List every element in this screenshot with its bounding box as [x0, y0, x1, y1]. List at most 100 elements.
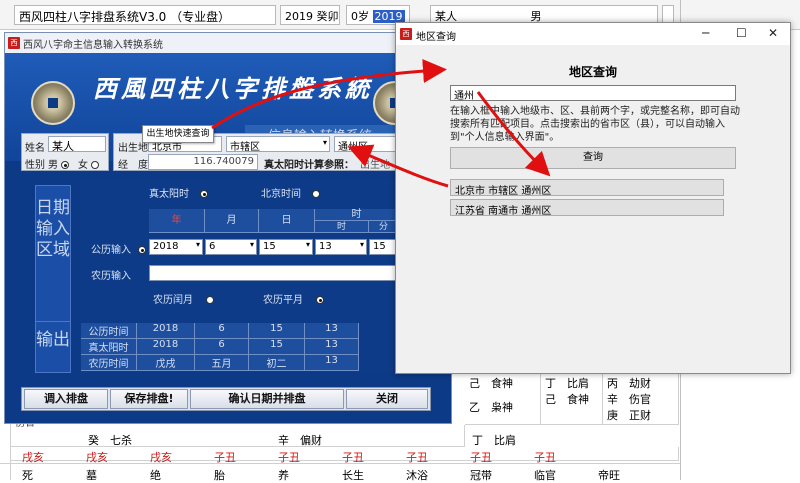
true-solar-radio[interactable]: [200, 190, 209, 198]
stage-cell: 长生: [342, 469, 364, 482]
out-cell: 初二: [249, 355, 305, 371]
stage-cell: 胎: [214, 469, 225, 482]
chevron-down-icon: ▾: [305, 240, 310, 249]
maximize-icon[interactable]: ☐: [736, 26, 747, 40]
year-value: 2018: [153, 241, 179, 252]
bg-cell: [11, 425, 465, 447]
stage-cell: 绝: [150, 469, 161, 482]
out-cell: 13: [305, 323, 359, 339]
normal-month-label: 农历平月: [263, 295, 303, 306]
bg-cell-text: 丁 比肩: [545, 377, 589, 390]
gender-male-label: 男: [48, 160, 58, 171]
divider: [0, 463, 680, 464]
day-select[interactable]: 15 ▾: [259, 239, 313, 255]
close-button[interactable]: 关闭: [346, 389, 428, 409]
age-value: 0岁: [351, 10, 369, 23]
beijing-time-text: 北京时间: [261, 189, 301, 200]
col-day: 日: [259, 209, 315, 233]
out-cell: 6: [195, 339, 249, 355]
normal-month-radio[interactable]: [316, 296, 325, 304]
col-hour: 时: [315, 221, 369, 233]
save-button[interactable]: 保存排盘!: [110, 389, 188, 409]
district-value: 市辖区: [230, 142, 260, 152]
year-select[interactable]: 2018 ▾: [149, 239, 203, 255]
gregorian-input-option[interactable]: 公历输入: [91, 241, 147, 256]
bg-cell-text: 己 食神: [469, 377, 513, 390]
beijing-time-label[interactable]: 北京时间: [261, 185, 321, 200]
gender-female-option[interactable]: 女: [78, 156, 100, 171]
stage-cell: 冠带: [470, 469, 492, 482]
region-dialog-title: 地区查询: [416, 32, 456, 43]
banner-title: 西風四柱八字排盤系統: [93, 74, 373, 103]
out-cell: 15: [249, 339, 305, 355]
out-cell: 15: [249, 323, 305, 339]
bg-cell: 己 食神 乙 枭神: [465, 373, 541, 425]
info-window-title: 西风八字命主信息输入转换系统: [23, 40, 163, 51]
longitude-value: 116.740079: [148, 154, 258, 170]
birthplace-tooltip[interactable]: 出生地快速查询: [142, 125, 214, 143]
chevron-down-icon: ▾: [359, 240, 364, 249]
info-window-titlebar: 西 西风八字命主信息输入转换系统: [5, 33, 451, 53]
name-label: 姓名: [25, 143, 45, 154]
district-select[interactable]: 市辖区 ▾: [226, 136, 330, 152]
gender-male-option[interactable]: 男: [48, 156, 70, 171]
out-row-label: 农历时间: [81, 355, 137, 371]
result-item[interactable]: 北京市 市辖区 通州区: [450, 179, 724, 197]
leap-month-option[interactable]: 农历闰月: [153, 291, 215, 306]
true-solar-text: 真太阳时: [149, 189, 189, 200]
bg-cell: 丁 比肩 己 食神: [541, 373, 603, 425]
stage-cell: 死: [22, 469, 33, 482]
month-select[interactable]: 6 ▾: [205, 239, 257, 255]
out-cell: 五月: [195, 355, 249, 371]
main-title: 西风四柱八字排盘系统V3.0 （专业盘）: [14, 5, 276, 25]
result-item[interactable]: 江苏省 南通市 通州区: [450, 199, 724, 217]
gender-female-label: 女: [78, 160, 88, 171]
region-instructions: 在输入框中输入地级市、区、县前两个字，或完整名称，即可自动搜索所有匹配项目。点击…: [450, 106, 740, 143]
out-cell: 戊戌: [137, 355, 195, 371]
out-cell: 13: [305, 355, 359, 371]
bg-cell-text: 丙 劫财: [607, 377, 651, 390]
output-table: 公历时间 2018 6 15 13 真太阳时 2018 6 15 13 农历时间…: [79, 323, 403, 373]
action-bar: 调入排盘 保存排盘! 确认日期并排盘 关闭: [21, 387, 431, 411]
normal-month-option[interactable]: 农历平月: [263, 291, 325, 306]
coin-icon: [31, 81, 75, 125]
out-cell: 6: [195, 323, 249, 339]
gender-female-radio[interactable]: [91, 161, 100, 169]
longitude-label: 经 度: [118, 160, 148, 171]
app-logo-icon: 西: [400, 28, 412, 40]
col-month: 月: [205, 209, 259, 233]
close-icon[interactable]: ✕: [768, 26, 778, 40]
info-input-window: 西 西风八字命主信息输入转换系统 西風四柱八字排盤系統 信息输入转换系统 姓名 …: [4, 32, 453, 424]
hidden-stem: 丁 比肩: [472, 434, 516, 447]
region-search-input[interactable]: 通州: [450, 85, 736, 102]
output-region-label: 输出: [35, 321, 71, 373]
solar-reference-label: 真太阳时计算参照：: [264, 160, 354, 171]
leap-month-radio[interactable]: [206, 296, 215, 304]
minimize-icon[interactable]: ─: [702, 26, 709, 40]
gender-label: 性别: [25, 160, 45, 171]
name-input[interactable]: 某人: [48, 136, 106, 152]
hidden-stem: 癸 七杀: [88, 434, 132, 447]
bg-cell: 丙 劫财 辛 伤官 庚 正财: [603, 373, 679, 425]
bg-cell-text: 庚 正财: [607, 409, 651, 422]
lunar-input-field[interactable]: [149, 265, 399, 281]
month-value: 6: [209, 241, 216, 252]
import-button[interactable]: 调入排盘: [24, 389, 108, 409]
out-cell: 13: [305, 339, 359, 355]
year-field[interactable]: 2019 癸卯: [280, 5, 340, 25]
solar-reference-value: 出生地: [360, 160, 390, 171]
chevron-down-icon: ▾: [249, 240, 254, 249]
hour-select[interactable]: 13 ▾: [315, 239, 367, 255]
app-logo-icon: 西: [8, 37, 20, 49]
gregorian-input-radio[interactable]: [138, 246, 147, 254]
out-cell: 2018: [137, 323, 195, 339]
gender-male-radio[interactable]: [61, 161, 70, 169]
gregorian-input-label: 公历输入: [91, 245, 131, 256]
chevron-down-icon: ▾: [322, 138, 327, 147]
query-button[interactable]: 查询: [450, 147, 736, 169]
stage-cell: 墓: [86, 469, 97, 482]
beijing-time-radio[interactable]: [312, 190, 321, 198]
confirm-button[interactable]: 确认日期并排盘: [190, 389, 344, 409]
true-solar-label[interactable]: 真太阳时: [149, 185, 209, 200]
stage-cell: 养: [278, 469, 289, 482]
